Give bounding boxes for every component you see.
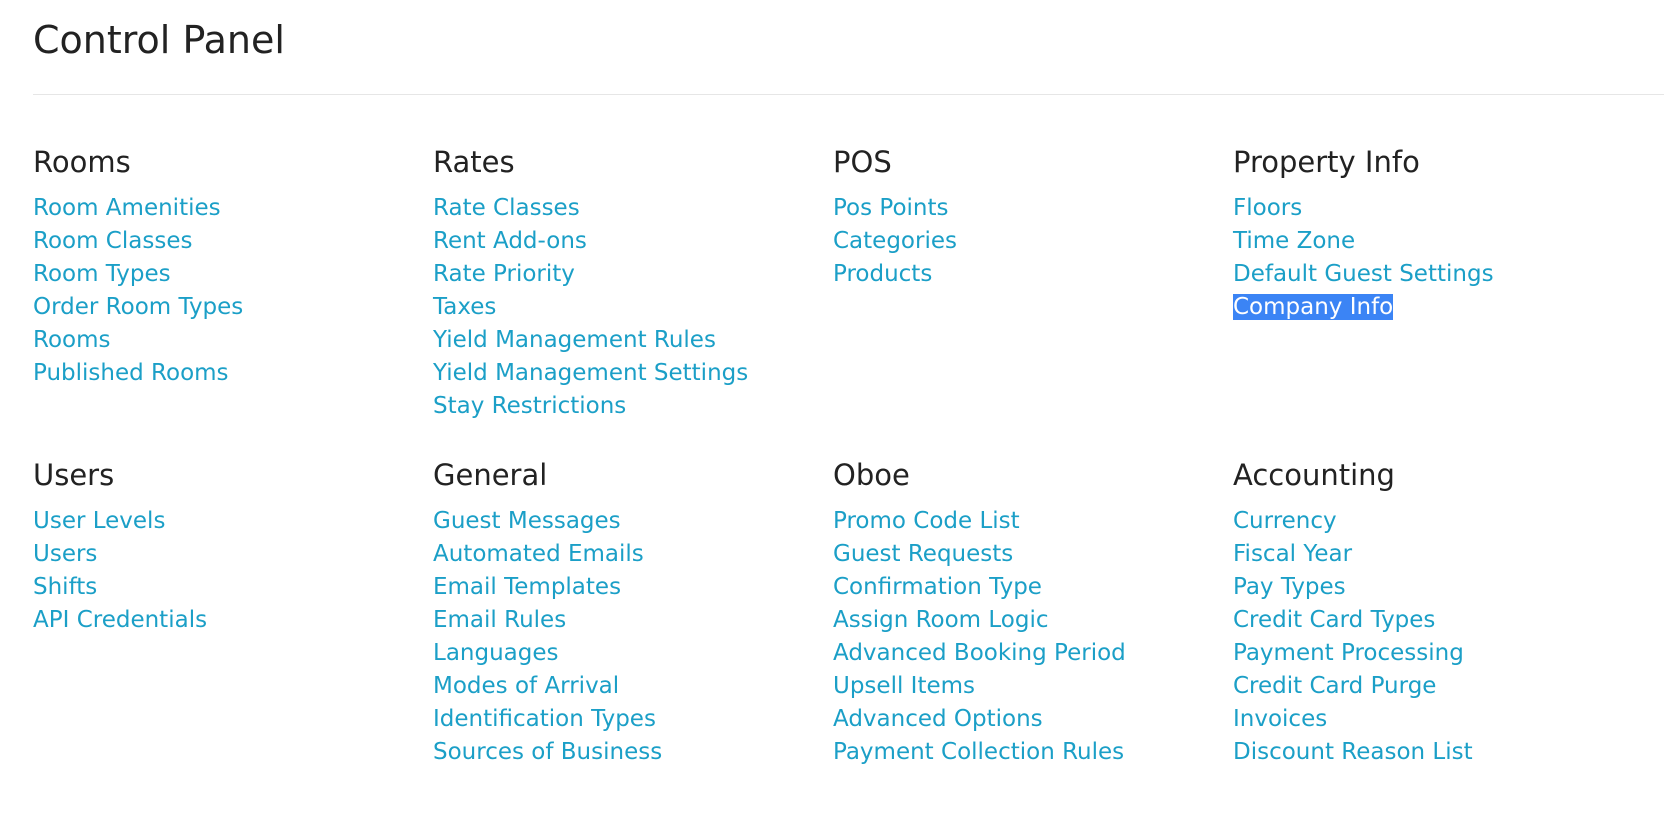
link-api-credentials[interactable]: API Credentials — [33, 607, 207, 633]
section-heading-rooms: Rooms — [33, 145, 131, 179]
link-fiscal-year[interactable]: Fiscal Year — [1233, 541, 1352, 567]
control-panel-page: Control Panel Rooms Room Amenities Room … — [0, 0, 1664, 815]
link-email-templates[interactable]: Email Templates — [433, 574, 621, 600]
link-rooms[interactable]: Rooms — [33, 327, 110, 353]
link-invoices[interactable]: Invoices — [1233, 706, 1327, 732]
section-heading-rates: Rates — [433, 145, 515, 179]
section-heading-property-info: Property Info — [1233, 145, 1420, 179]
links-oboe: Promo Code List Guest Requests Confirmat… — [833, 505, 1213, 769]
page-title: Control Panel — [33, 18, 285, 62]
link-email-rules[interactable]: Email Rules — [433, 607, 566, 633]
link-modes-of-arrival[interactable]: Modes of Arrival — [433, 673, 619, 699]
section-heading-oboe: Oboe — [833, 458, 910, 492]
link-yield-management-rules[interactable]: Yield Management Rules — [433, 327, 716, 353]
link-promo-code-list[interactable]: Promo Code List — [833, 508, 1020, 534]
section-general: General Guest Messages Automated Emails … — [433, 457, 813, 769]
links-pos: Pos Points Categories Products — [833, 192, 1213, 291]
link-published-rooms[interactable]: Published Rooms — [33, 360, 229, 386]
link-pos-points[interactable]: Pos Points — [833, 195, 949, 221]
link-time-zone[interactable]: Time Zone — [1233, 228, 1355, 254]
link-confirmation-type[interactable]: Confirmation Type — [833, 574, 1042, 600]
link-discount-reason-list[interactable]: Discount Reason List — [1233, 739, 1473, 765]
link-shifts[interactable]: Shifts — [33, 574, 97, 600]
link-yield-management-settings[interactable]: Yield Management Settings — [433, 360, 748, 386]
section-rates: Rates Rate Classes Rent Add-ons Rate Pri… — [433, 144, 813, 423]
link-rent-add-ons[interactable]: Rent Add-ons — [433, 228, 587, 254]
link-rate-classes[interactable]: Rate Classes — [433, 195, 580, 221]
links-general: Guest Messages Automated Emails Email Te… — [433, 505, 813, 769]
link-advanced-options[interactable]: Advanced Options — [833, 706, 1043, 732]
link-stay-restrictions[interactable]: Stay Restrictions — [433, 393, 626, 419]
section-users: Users User Levels Users Shifts API Crede… — [33, 457, 413, 637]
title-divider — [33, 94, 1664, 95]
section-accounting: Accounting Currency Fiscal Year Pay Type… — [1233, 457, 1613, 769]
link-assign-room-logic[interactable]: Assign Room Logic — [833, 607, 1049, 633]
section-oboe: Oboe Promo Code List Guest Requests Conf… — [833, 457, 1213, 769]
link-room-amenities[interactable]: Room Amenities — [33, 195, 221, 221]
links-rooms: Room Amenities Room Classes Room Types O… — [33, 192, 413, 390]
links-users: User Levels Users Shifts API Credentials — [33, 505, 413, 637]
section-heading-accounting: Accounting — [1233, 458, 1395, 492]
link-rate-priority[interactable]: Rate Priority — [433, 261, 575, 287]
link-payment-processing[interactable]: Payment Processing — [1233, 640, 1464, 666]
link-guest-requests[interactable]: Guest Requests — [833, 541, 1013, 567]
link-room-classes[interactable]: Room Classes — [33, 228, 192, 254]
section-heading-general: General — [433, 458, 548, 492]
section-heading-pos: POS — [833, 145, 892, 179]
link-credit-card-types[interactable]: Credit Card Types — [1233, 607, 1435, 633]
link-pay-types[interactable]: Pay Types — [1233, 574, 1346, 600]
links-accounting: Currency Fiscal Year Pay Types Credit Ca… — [1233, 505, 1613, 769]
links-rates: Rate Classes Rent Add-ons Rate Priority … — [433, 192, 813, 423]
link-categories[interactable]: Categories — [833, 228, 957, 254]
section-property-info: Property Info Floors Time Zone Default G… — [1233, 144, 1613, 324]
link-users[interactable]: Users — [33, 541, 97, 567]
link-upsell-items[interactable]: Upsell Items — [833, 673, 975, 699]
section-rooms: Rooms Room Amenities Room Classes Room T… — [33, 144, 413, 390]
link-credit-card-purge[interactable]: Credit Card Purge — [1233, 673, 1436, 699]
section-heading-users: Users — [33, 458, 115, 492]
section-pos: POS Pos Points Categories Products — [833, 144, 1213, 291]
link-company-info[interactable]: Company Info — [1233, 294, 1394, 320]
link-advanced-booking-period[interactable]: Advanced Booking Period — [833, 640, 1126, 666]
link-products[interactable]: Products — [833, 261, 932, 287]
link-sources-of-business[interactable]: Sources of Business — [433, 739, 662, 765]
link-order-room-types[interactable]: Order Room Types — [33, 294, 243, 320]
link-identification-types[interactable]: Identification Types — [433, 706, 656, 732]
link-payment-collection-rules[interactable]: Payment Collection Rules — [833, 739, 1124, 765]
link-default-guest-settings[interactable]: Default Guest Settings — [1233, 261, 1494, 287]
link-automated-emails[interactable]: Automated Emails — [433, 541, 644, 567]
link-guest-messages[interactable]: Guest Messages — [433, 508, 621, 534]
link-taxes[interactable]: Taxes — [433, 294, 496, 320]
link-currency[interactable]: Currency — [1233, 508, 1337, 534]
link-floors[interactable]: Floors — [1233, 195, 1302, 221]
link-user-levels[interactable]: User Levels — [33, 508, 165, 534]
links-property-info: Floors Time Zone Default Guest Settings … — [1233, 192, 1613, 324]
link-room-types[interactable]: Room Types — [33, 261, 171, 287]
link-languages[interactable]: Languages — [433, 640, 559, 666]
